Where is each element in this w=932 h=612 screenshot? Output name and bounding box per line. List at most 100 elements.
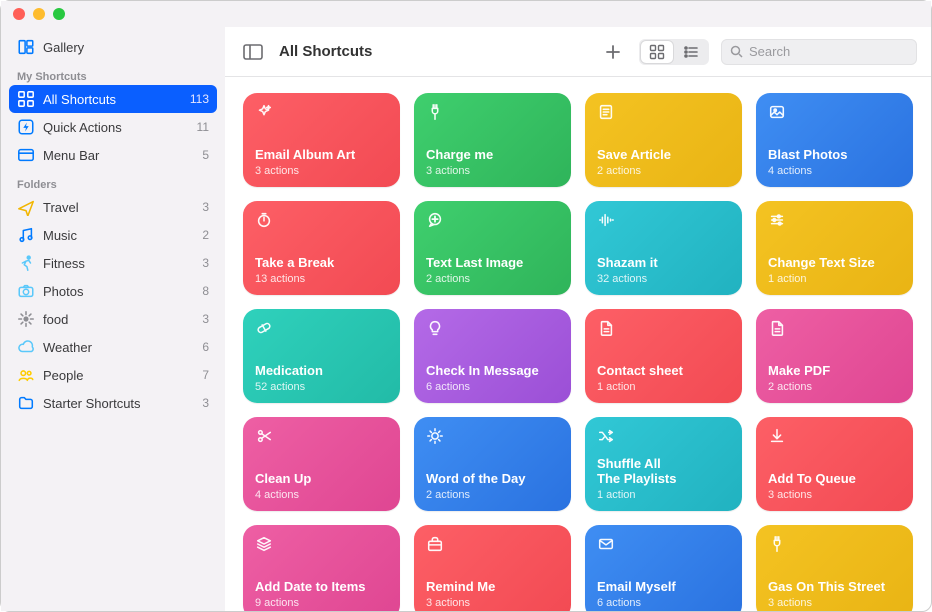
- view-mode-segmented: [639, 39, 709, 65]
- shortcut-card[interactable]: Charge me 3 actions: [414, 93, 571, 187]
- sidebar: Gallery My Shortcuts All Shortcuts 113 Q…: [1, 27, 225, 611]
- shortcut-card[interactable]: Email Myself 6 actions: [585, 525, 742, 611]
- shortcut-subtitle: 3 actions: [426, 597, 559, 609]
- toggle-sidebar-button[interactable]: [239, 40, 267, 64]
- shortcut-card[interactable]: Text Last Image 2 actions: [414, 201, 571, 295]
- sidebar-folder-travel[interactable]: Travel 3: [9, 193, 217, 221]
- doc-icon: [597, 319, 617, 339]
- sidebar-item-count: 8: [202, 284, 209, 298]
- shortcut-title: Take a Break: [255, 256, 388, 271]
- sidebar-item-gallery[interactable]: Gallery: [9, 33, 217, 61]
- shortcut-text: Shuffle AllThe Playlists 1 action: [597, 457, 730, 501]
- search-field[interactable]: Search: [721, 39, 917, 65]
- shortcut-card[interactable]: Clean Up 4 actions: [243, 417, 400, 511]
- shortcut-text: Add To Queue 3 actions: [768, 472, 901, 501]
- shortcut-card[interactable]: Word of the Day 2 actions: [414, 417, 571, 511]
- minimize-window-button[interactable]: [33, 8, 45, 20]
- shortcut-card[interactable]: Remind Me 3 actions: [414, 525, 571, 611]
- shortcut-card[interactable]: Add Date to Items 9 actions: [243, 525, 400, 611]
- shortcut-subtitle: 1 action: [597, 489, 730, 501]
- fullscreen-window-button[interactable]: [53, 8, 65, 20]
- shortcut-subtitle: 1 action: [597, 381, 730, 393]
- gallery-icon: [17, 38, 35, 56]
- sidebar-folder-people[interactable]: People 7: [9, 361, 217, 389]
- sidebar-folder-music[interactable]: Music 2: [9, 221, 217, 249]
- sidebar-folder-starter-shortcuts[interactable]: Starter Shortcuts 3: [9, 389, 217, 417]
- shortcut-card[interactable]: Shazam it 32 actions: [585, 201, 742, 295]
- shortcut-title: Word of the Day: [426, 472, 559, 487]
- sidebar-item-all-shortcuts[interactable]: All Shortcuts 113: [9, 85, 217, 113]
- sidebar-item-count: 2: [202, 228, 209, 242]
- sidebar-item-count: 113: [190, 92, 209, 106]
- runner-icon: [17, 254, 35, 272]
- shortcut-card[interactable]: Medication 52 actions: [243, 309, 400, 403]
- burst-icon: [17, 310, 35, 328]
- sidebar-item-count: 5: [202, 148, 209, 162]
- shortcut-card[interactable]: Gas On This Street 3 actions: [756, 525, 913, 611]
- sidebar-folder-food[interactable]: food 3: [9, 305, 217, 333]
- shortcut-card[interactable]: Shuffle AllThe Playlists 1 action: [585, 417, 742, 511]
- shortcut-title: Clean Up: [255, 472, 388, 487]
- sidebar-item-label: Menu Bar: [43, 148, 194, 163]
- grid-view-button[interactable]: [641, 41, 673, 63]
- bulb-icon: [426, 319, 446, 339]
- add-shortcut-button[interactable]: [599, 40, 627, 64]
- shortcut-subtitle: 3 actions: [426, 165, 559, 177]
- shortcut-title: Text Last Image: [426, 256, 559, 271]
- shortcut-subtitle: 1 action: [768, 273, 901, 285]
- sidebar-item-label: People: [43, 368, 194, 383]
- timer-icon: [255, 211, 275, 231]
- shortcut-text: Contact sheet 1 action: [597, 364, 730, 393]
- shortcut-card[interactable]: Save Article 2 actions: [585, 93, 742, 187]
- shortcut-title: Blast Photos: [768, 148, 901, 163]
- page-title: All Shortcuts: [279, 43, 372, 60]
- shortcut-card[interactable]: Email Album Art 3 actions: [243, 93, 400, 187]
- sidebar-folder-weather[interactable]: Weather 6: [9, 333, 217, 361]
- sidebar-item-quick-actions[interactable]: Quick Actions 11: [9, 113, 217, 141]
- shortcut-title: Change Text Size: [768, 256, 901, 271]
- sidebar-item-label: Quick Actions: [43, 120, 189, 135]
- menubar-icon: [17, 146, 35, 164]
- shortcut-subtitle: 13 actions: [255, 273, 388, 285]
- sidebar-item-menu-bar[interactable]: Menu Bar 5: [9, 141, 217, 169]
- shortcut-text: Clean Up 4 actions: [255, 472, 388, 501]
- shortcut-card[interactable]: Take a Break 13 actions: [243, 201, 400, 295]
- sidebar-folder-photos[interactable]: Photos 8: [9, 277, 217, 305]
- plug-icon: [768, 535, 788, 555]
- shortcut-title: Make PDF: [768, 364, 901, 379]
- shortcut-title: Medication: [255, 364, 388, 379]
- shortcut-card[interactable]: Make PDF 2 actions: [756, 309, 913, 403]
- sidebar-folder-fitness[interactable]: Fitness 3: [9, 249, 217, 277]
- download-icon: [768, 427, 788, 447]
- shortcut-text: Charge me 3 actions: [426, 148, 559, 177]
- shortcut-text: Change Text Size 1 action: [768, 256, 901, 285]
- camera-icon: [17, 282, 35, 300]
- shortcut-subtitle: 2 actions: [426, 273, 559, 285]
- grid-icon: [17, 90, 35, 108]
- shortcut-subtitle: 32 actions: [597, 273, 730, 285]
- close-window-button[interactable]: [13, 8, 25, 20]
- shortcut-card[interactable]: Add To Queue 3 actions: [756, 417, 913, 511]
- shortcut-text: Blast Photos 4 actions: [768, 148, 901, 177]
- shortcut-card[interactable]: Change Text Size 1 action: [756, 201, 913, 295]
- folder-icon: [17, 394, 35, 412]
- shortcut-text: Email Myself 6 actions: [597, 580, 730, 609]
- shortcut-title: Shuffle AllThe Playlists: [597, 457, 730, 487]
- shortcut-subtitle: 2 actions: [426, 489, 559, 501]
- toolbar: All Shortcuts: [225, 27, 931, 77]
- shortcut-card[interactable]: Blast Photos 4 actions: [756, 93, 913, 187]
- cloud-icon: [17, 338, 35, 356]
- sidebar-item-count: 7: [202, 368, 209, 382]
- shortcut-title: Shazam it: [597, 256, 730, 271]
- shortcut-title: Save Article: [597, 148, 730, 163]
- waveform-icon: [597, 211, 617, 231]
- shortcut-card[interactable]: Contact sheet 1 action: [585, 309, 742, 403]
- sidebar-item-label: Fitness: [43, 256, 194, 271]
- shortcut-text: Add Date to Items 9 actions: [255, 580, 388, 609]
- shortcut-title: Remind Me: [426, 580, 559, 595]
- shortcut-subtitle: 2 actions: [597, 165, 730, 177]
- music-icon: [17, 226, 35, 244]
- shortcut-text: Gas On This Street 3 actions: [768, 580, 901, 609]
- shortcut-card[interactable]: Check In Message 6 actions: [414, 309, 571, 403]
- list-view-button[interactable]: [675, 41, 707, 63]
